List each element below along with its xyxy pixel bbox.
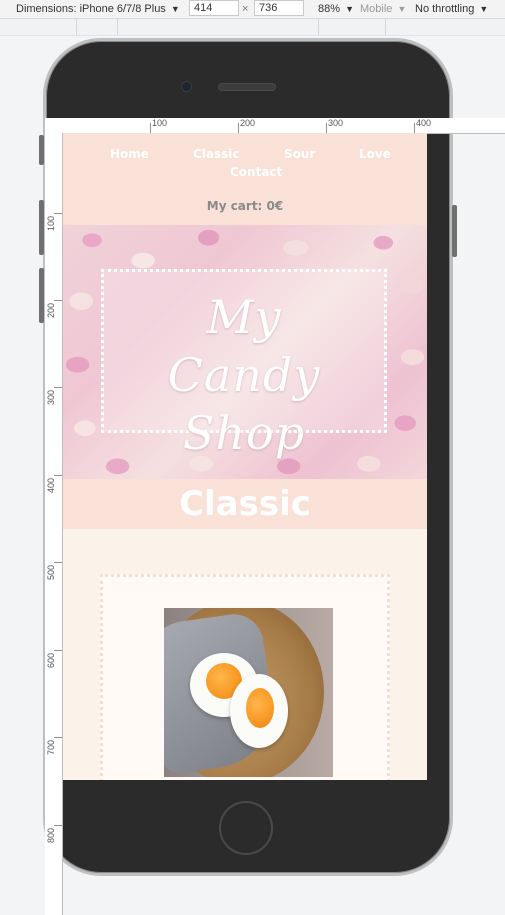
height-input[interactable]: 736 <box>254 0 304 16</box>
nav-link-love[interactable]: Love <box>359 147 391 161</box>
nav-link-classic[interactable]: Classic <box>193 147 240 161</box>
ruler-tick <box>54 387 62 388</box>
ruler-label: 300 <box>46 389 56 405</box>
section-header: Classic <box>63 479 427 529</box>
ruler-tick <box>150 123 151 133</box>
hero-title: My Candy Shop <box>104 288 384 462</box>
ruler-tick <box>54 475 62 476</box>
site-header: Home Classic Sour Love Contact My cart: … <box>63 133 427 225</box>
volume-down-button <box>39 268 44 323</box>
media-query-segment[interactable] <box>319 19 386 35</box>
ruler-label: 700 <box>46 739 56 755</box>
zoom-selector[interactable]: 88% ▼ <box>318 1 354 17</box>
product-image[interactable] <box>164 608 333 777</box>
device-caret-icon: ▼ <box>170 4 180 14</box>
mute-switch <box>39 135 44 165</box>
front-camera-icon <box>181 81 192 92</box>
earpiece-speaker <box>218 83 276 91</box>
nav-link-sour[interactable]: Sour <box>284 147 315 161</box>
ruler-label: 800 <box>46 827 56 843</box>
vertical-ruler: 100 200 300 400 500 600 700 800 <box>45 118 63 915</box>
cart-status[interactable]: My cart: 0€ <box>63 199 427 213</box>
ruler-label: 400 <box>46 477 56 493</box>
ruler-label: 500 <box>46 564 56 580</box>
mode-caret-icon: ▼ <box>397 4 407 14</box>
ruler-tick <box>326 123 327 133</box>
media-query-segment[interactable] <box>118 19 319 35</box>
nav-link-home[interactable]: Home <box>110 147 149 161</box>
zoom-label: 88% <box>318 3 341 15</box>
hero-banner: My Candy Shop <box>63 225 427 479</box>
ruler-tick <box>54 650 62 651</box>
mode-selector[interactable]: Mobile ▼ <box>360 1 406 17</box>
throttling-caret-icon: ▼ <box>479 4 489 14</box>
hero-title-line: Candy Shop <box>167 348 321 460</box>
product-card[interactable] <box>100 574 390 780</box>
ruler-tick <box>54 562 62 563</box>
candy-yolk <box>246 688 274 728</box>
ruler-tick <box>54 737 62 738</box>
horizontal-ruler: 100 200 300 400 <box>62 118 505 134</box>
media-query-bar[interactable] <box>0 19 505 36</box>
times-symbol: × <box>242 3 249 15</box>
hero-frame: My Candy Shop <box>101 269 387 460</box>
ruler-label: 100 <box>46 215 56 231</box>
ruler-label: 200 <box>240 118 256 128</box>
device-selector[interactable]: Dimensions: iPhone 6/7/8 Plus ▼ <box>16 1 180 17</box>
nav-link-contact[interactable]: Contact <box>230 165 282 179</box>
ruler-tick <box>54 300 62 301</box>
ruler-tick <box>238 123 239 133</box>
media-query-segment[interactable] <box>0 19 77 35</box>
mode-label: Mobile <box>360 3 393 15</box>
ruler-label: 400 <box>416 118 432 128</box>
power-button <box>452 205 457 257</box>
ruler-tick <box>414 123 415 133</box>
devtools-device-toolbar: Dimensions: iPhone 6/7/8 Plus ▼ 414 × 73… <box>0 0 505 19</box>
device-viewport: Home Classic Sour Love Contact My cart: … <box>63 133 427 780</box>
device-dimensions-label: Dimensions: iPhone 6/7/8 Plus <box>16 3 166 15</box>
throttling-label: No throttling <box>415 3 475 15</box>
ruler-label: 600 <box>46 652 56 668</box>
throttling-selector[interactable]: No throttling ▼ <box>415 1 488 17</box>
hero-title-line: My <box>206 290 282 344</box>
ruler-label: 100 <box>152 118 168 128</box>
home-button[interactable] <box>219 801 273 855</box>
volume-up-button <box>39 200 44 255</box>
zoom-caret-icon: ▼ <box>345 4 355 14</box>
media-query-segment[interactable] <box>77 19 118 35</box>
ruler-tick <box>54 825 62 826</box>
ruler-label: 300 <box>328 118 344 128</box>
ruler-label: 200 <box>46 302 56 318</box>
ruler-tick <box>54 213 62 214</box>
width-input[interactable]: 414 <box>189 0 239 16</box>
section-title: Classic <box>179 484 311 524</box>
